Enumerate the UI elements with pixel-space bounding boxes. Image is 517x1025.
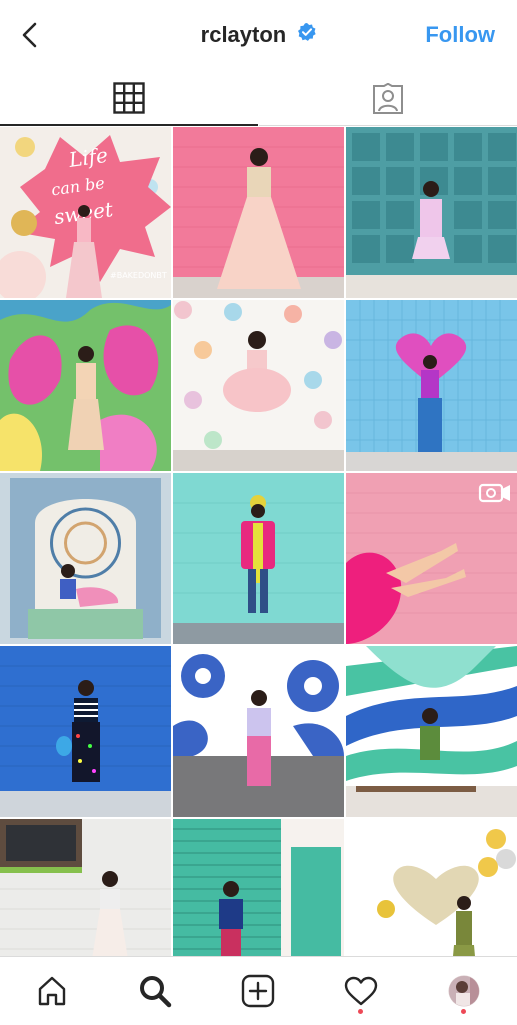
nav-home[interactable]: [0, 957, 103, 1025]
nav-activity[interactable]: [309, 957, 412, 1025]
verified-badge-icon: [298, 21, 316, 47]
nav-profile[interactable]: [412, 957, 515, 1025]
post-tile[interactable]: [0, 300, 171, 471]
tab-tagged[interactable]: [259, 72, 517, 126]
post-tile[interactable]: [0, 473, 171, 644]
profile-tabs: [0, 72, 517, 126]
tagged-person-icon: [373, 82, 403, 114]
profile-indicator-dot: [461, 1009, 466, 1014]
bottom-navigation: [0, 956, 517, 1025]
post-tile[interactable]: [346, 646, 517, 817]
post-tile[interactable]: Life can be sweet #BAKEDONBT: [0, 127, 171, 298]
follow-button[interactable]: Follow: [425, 22, 495, 48]
nav-new-post[interactable]: [206, 957, 309, 1025]
post-tile[interactable]: [346, 819, 517, 957]
post-tile[interactable]: [173, 646, 344, 817]
tab-grid[interactable]: [0, 72, 258, 126]
heart-icon: [344, 976, 377, 1006]
post-tile[interactable]: [346, 300, 517, 471]
post-tile[interactable]: [0, 819, 171, 957]
grid-icon: [113, 82, 145, 114]
post-tile[interactable]: [173, 300, 344, 471]
username: rclayton: [200, 22, 287, 47]
search-icon: [139, 976, 171, 1008]
post-tile[interactable]: [173, 473, 344, 644]
plus-square-icon: [241, 974, 274, 1008]
post-tile[interactable]: [173, 819, 344, 957]
post-tile[interactable]: [173, 127, 344, 298]
svg-text:#BAKEDONBT: #BAKEDONBT: [110, 271, 167, 280]
home-icon: [38, 976, 65, 1006]
activity-indicator-dot: [358, 1009, 363, 1014]
profile-header: rclayton Follow: [0, 0, 517, 72]
post-tile[interactable]: [346, 473, 517, 644]
post-tile[interactable]: [346, 127, 517, 298]
nav-search[interactable]: [103, 957, 206, 1025]
posts-grid: Life can be sweet #BAKEDONBT: [0, 127, 517, 957]
post-tile[interactable]: [0, 646, 171, 817]
avatar: [448, 975, 479, 1007]
